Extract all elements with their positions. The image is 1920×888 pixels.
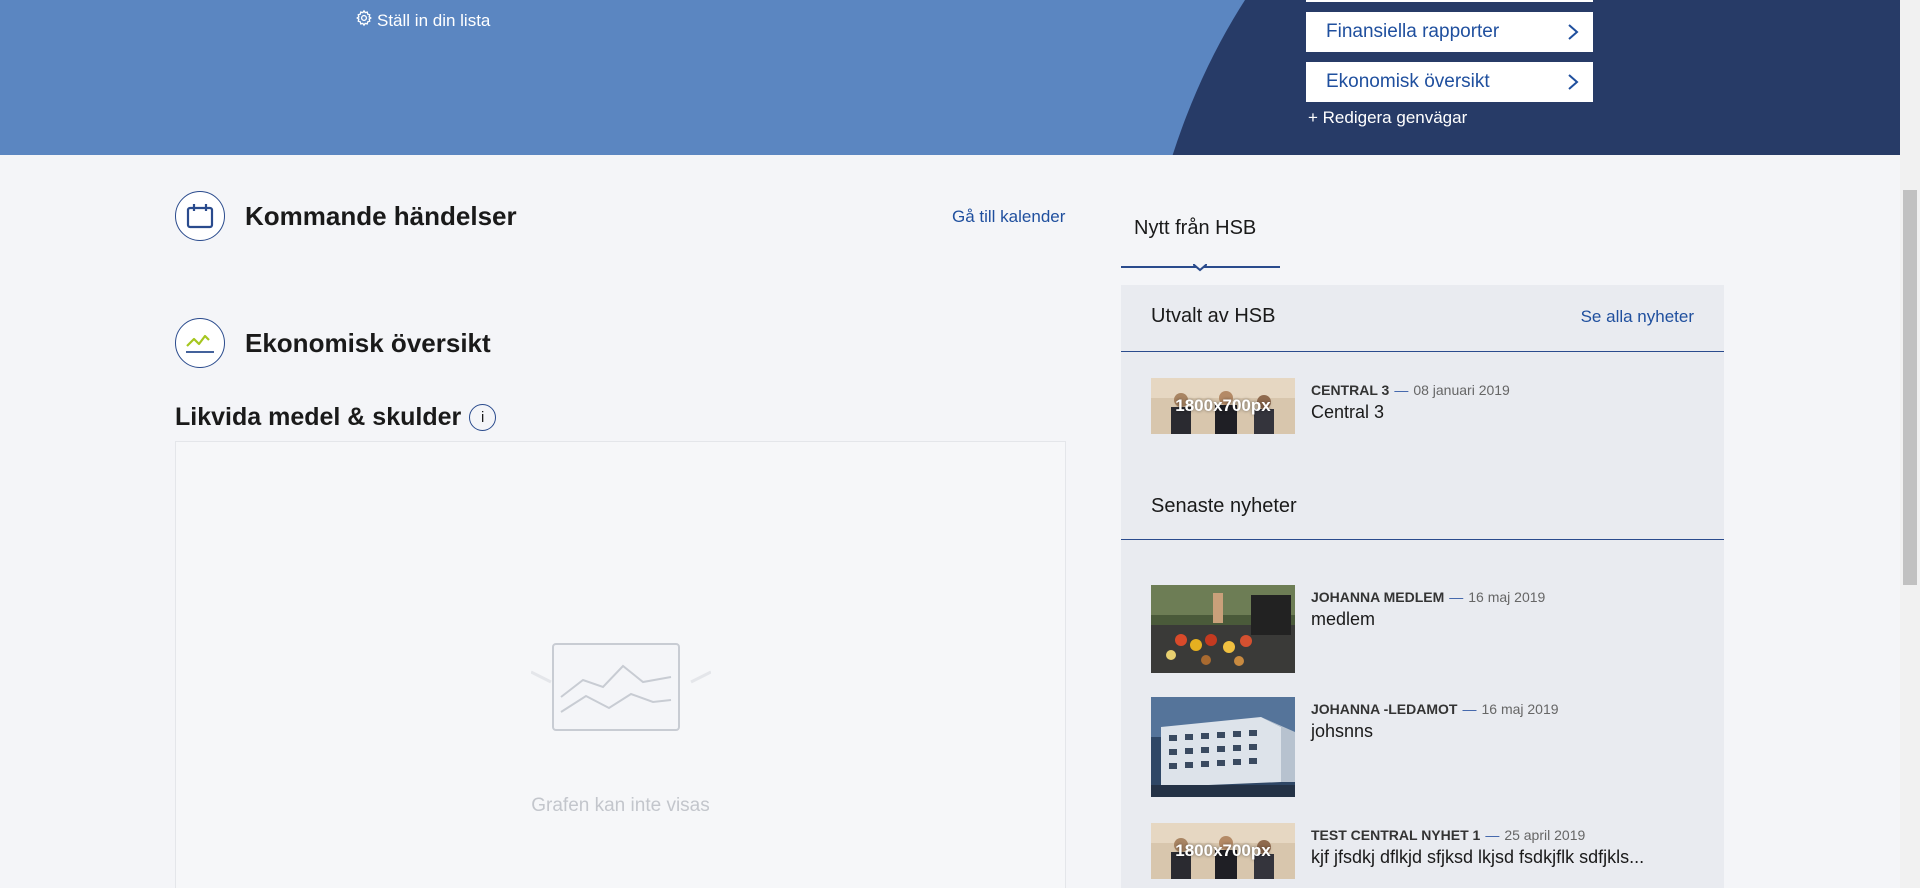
trend-chart-icon — [175, 318, 225, 368]
scrollbar-thumb[interactable] — [1903, 190, 1917, 585]
info-icon[interactable]: i — [469, 404, 497, 431]
chevron-right-icon — [1568, 24, 1579, 40]
chevron-right-icon — [1568, 74, 1579, 90]
news-item[interactable]: JOHANNA -LEDAMOT —16 maj 2019 johsnns — [1151, 697, 1559, 797]
news-date: 08 januari 2019 — [1413, 382, 1510, 398]
news-source: CENTRAL 3 — [1311, 382, 1390, 398]
shortcut-financial-reports[interactable]: Finansiella rapporter — [1306, 12, 1593, 52]
news-panel: Utvalt av HSB Se alla nyheter 1800x700px… — [1121, 285, 1724, 888]
news-item[interactable]: JOHANNA MEDLEM —16 maj 2019 medlem — [1151, 585, 1545, 673]
meta-separator: — — [1394, 382, 1409, 398]
list-settings-label: Ställ in din lista — [377, 10, 491, 30]
latest-news-header: Senaste nyheter — [1121, 465, 1724, 540]
chart-placeholder-icon — [531, 643, 711, 731]
news-date: 16 maj 2019 — [1468, 589, 1546, 605]
see-all-news-link[interactable]: Se alla nyheter — [1581, 307, 1694, 327]
tab-news-from-hsb[interactable]: Nytt från HSB — [1121, 217, 1280, 240]
news-thumbnail — [1151, 585, 1295, 673]
news-thumbnail: 1800x700px — [1151, 378, 1295, 434]
economy-title: Ekonomisk översikt — [245, 327, 491, 358]
news-title: johsnns — [1311, 721, 1374, 741]
meta-separator: — — [1485, 827, 1500, 843]
news-title: medlem — [1311, 609, 1376, 629]
go-to-calendar-link[interactable]: Gå till kalender — [952, 207, 1065, 227]
news-meta: TEST CENTRAL NYHET 1—25 april 2019 — [1311, 827, 1644, 843]
gear-icon — [355, 9, 373, 32]
news-source: TEST CENTRAL NYHET 1 — [1311, 827, 1481, 843]
chart-container: Grafen kan inte visas — [175, 441, 1066, 888]
meta-separator: — — [1449, 589, 1464, 605]
news-item[interactable]: 1800x700px TEST CENTRAL NYHET 1—25 april… — [1151, 823, 1644, 879]
news-date: 25 april 2019 — [1504, 827, 1586, 843]
events-section-header: Kommande händelser — [175, 191, 517, 241]
meta-separator: — — [1462, 701, 1477, 717]
news-item[interactable]: 1800x700px CENTRAL 3—08 januari 2019 Cen… — [1151, 378, 1510, 434]
thumbnail-size-label: 1800x700px — [1175, 841, 1271, 860]
liquidity-chart-title: Likvida medel & skulder — [175, 403, 462, 431]
news-title: Central 3 — [1311, 402, 1385, 422]
news-source: JOHANNA MEDLEM — [1311, 589, 1445, 605]
shortcut-label: Finansiella rapporter — [1326, 21, 1500, 42]
latest-news-title: Senaste nyheter — [1151, 495, 1297, 517]
news-thumbnail: 1800x700px — [1151, 823, 1295, 879]
edit-shortcuts-link[interactable]: + Redigera genvägar — [1308, 108, 1467, 128]
list-settings-link[interactable]: Ställ in din lista — [355, 9, 490, 32]
news-meta: CENTRAL 3—08 januari 2019 — [1311, 382, 1510, 398]
shortcut-label: Ekonomisk översikt — [1326, 71, 1490, 92]
news-date: 16 maj 2019 — [1481, 701, 1559, 717]
vertical-scrollbar[interactable] — [1900, 0, 1920, 888]
selected-news-title: Utvalt av HSB — [1151, 305, 1276, 327]
tab-notch — [1193, 264, 1207, 272]
calendar-icon — [175, 191, 225, 241]
hero-banner — [0, 0, 1900, 155]
shortcut-economic-overview[interactable]: Ekonomisk översikt — [1306, 62, 1593, 102]
news-title: kjf jfsdkj dflkjd sfjksd lkjsd fsdkjflk … — [1311, 847, 1645, 867]
news-meta: JOHANNA MEDLEM —16 maj 2019 — [1311, 589, 1545, 605]
news-source: JOHANNA -LEDAMOT — [1311, 701, 1458, 717]
news-thumbnail — [1151, 697, 1295, 797]
thumbnail-size-label: 1800x700px — [1175, 396, 1271, 415]
shortcut-partial[interactable] — [1306, 0, 1593, 2]
selected-news-header: Utvalt av HSB Se alla nyheter — [1121, 285, 1724, 352]
events-title: Kommande händelser — [245, 200, 517, 231]
economy-section-header: Ekonomisk översikt — [175, 318, 491, 368]
liquidity-chart-heading: Likvida medel & skulder i — [175, 403, 497, 432]
chart-unavailable-message: Grafen kan inte visas — [531, 795, 710, 816]
news-meta: JOHANNA -LEDAMOT —16 maj 2019 — [1311, 701, 1559, 717]
